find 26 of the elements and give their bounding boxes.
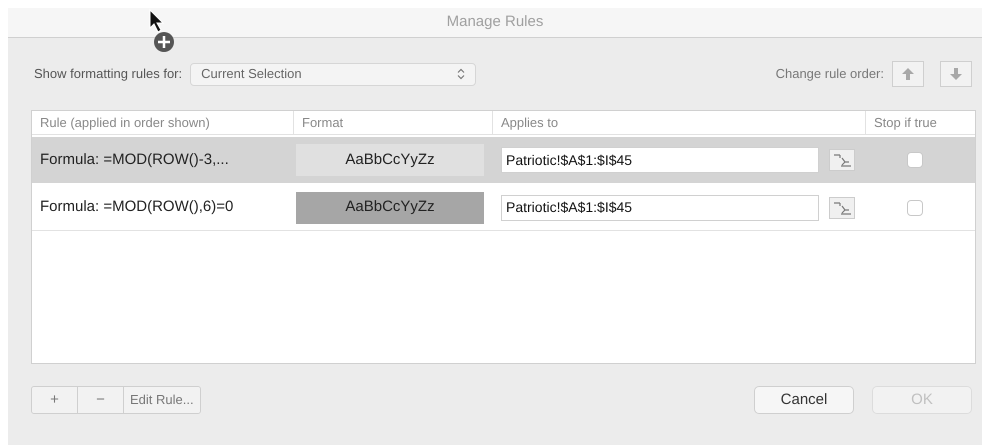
range-field[interactable]: Patriotic!$A$1:$I$45	[501, 147, 819, 173]
selected-rule-row[interactable]: Formula: =MOD(ROW()-3,... AaBbCcYyZz Patriotic!$A$1:$I$45	[32, 137, 975, 183]
checkbox[interactable]	[906, 200, 922, 216]
range-field[interactable]: Patriotic!$A$1:$I$45	[501, 194, 819, 220]
column-header: Stop if true	[873, 114, 938, 132]
field-label: Change rule order:	[776, 65, 884, 84]
rule-formula: Formula: =MOD(ROW(),6)=0	[39, 197, 234, 218]
cancel-button[interactable]: Cancel	[754, 386, 854, 414]
checkbox[interactable]	[906, 152, 922, 168]
add-button[interactable]: +	[32, 387, 78, 413]
column-header: Applies to	[493, 111, 866, 134]
rule-formula: Formula: =MOD(ROW()-3,...	[39, 150, 230, 170]
arrow-down-icon	[950, 68, 962, 80]
format-preview: AaBbCcYyZz	[296, 144, 484, 176]
chevron-icon	[457, 68, 466, 80]
dropdown[interactable]: Current Selection	[190, 62, 476, 86]
column-header: Rule (applied in order shown)	[32, 111, 294, 134]
field-label: Show formatting rules for:	[34, 65, 182, 84]
edit-rule-button[interactable]: Edit Rule...	[124, 387, 200, 413]
arrow-up-icon	[902, 68, 914, 80]
format-preview: AaBbCcYyZz	[296, 192, 484, 224]
remove-button[interactable]: −	[78, 387, 124, 413]
range-picker-icon[interactable]	[829, 149, 855, 171]
window-title: Manage Rules	[446, 12, 544, 32]
range-picker-icon[interactable]	[829, 196, 855, 218]
column-header: Format	[294, 111, 493, 134]
